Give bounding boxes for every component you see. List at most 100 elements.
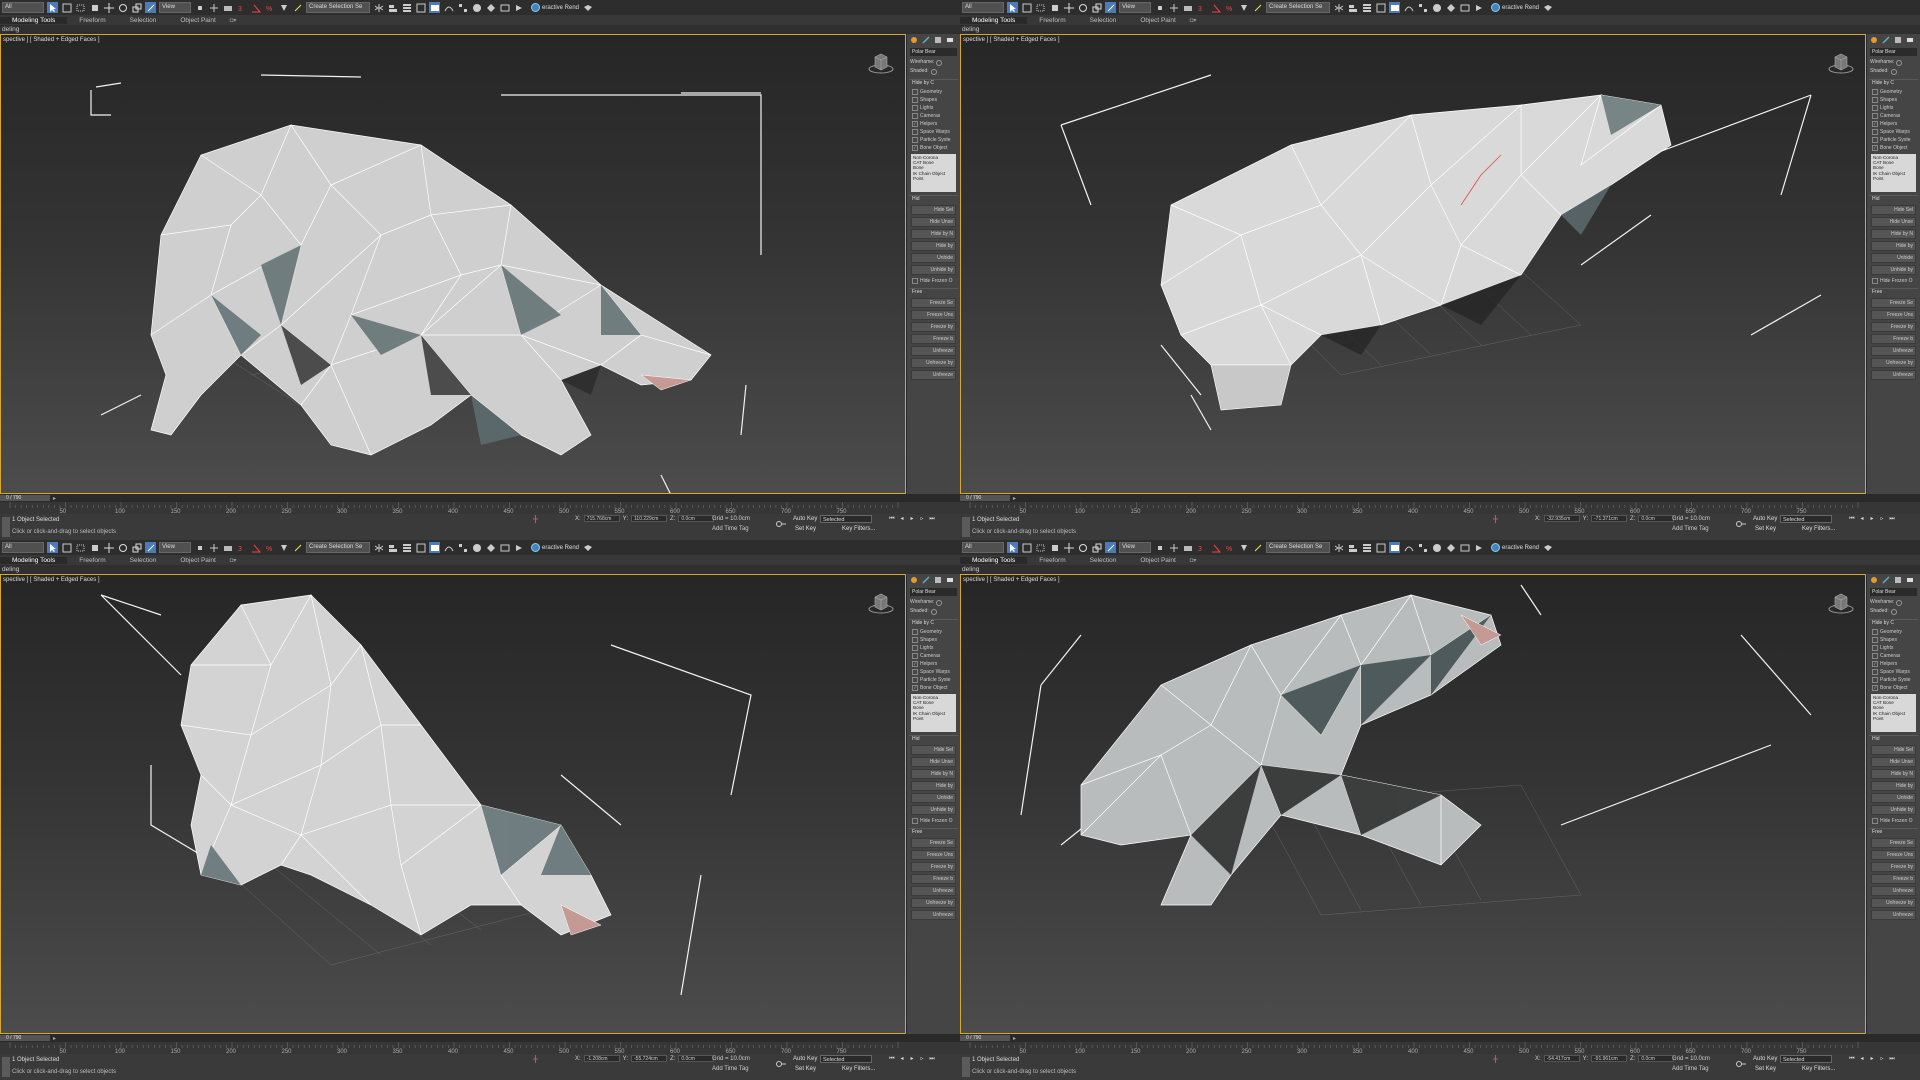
schematic-view-icon[interactable] bbox=[457, 2, 468, 13]
hide-by-name-button[interactable]: Hide by N bbox=[911, 229, 956, 239]
category-shapes[interactable]: Shapes bbox=[907, 96, 960, 104]
hide-by-hit-button[interactable]: Hide by bbox=[911, 241, 956, 251]
rotate-icon[interactable] bbox=[1077, 2, 1088, 13]
rect-selection-icon[interactable] bbox=[75, 542, 86, 553]
category-cameras[interactable]: Cameras bbox=[907, 112, 960, 120]
scale-icon[interactable] bbox=[1091, 2, 1102, 13]
hide-unselected-button[interactable]: Hide Unse bbox=[1871, 217, 1916, 227]
scale-icon[interactable] bbox=[1091, 542, 1102, 553]
hide-by-hit-button[interactable]: Hide by bbox=[1871, 241, 1916, 251]
list-item[interactable]: Point bbox=[1873, 716, 1914, 721]
go-to-end-icon[interactable]: ⏭ bbox=[928, 1055, 936, 1063]
tab-modeling-tools[interactable]: Modeling Tools bbox=[0, 556, 68, 564]
select-manipulate-icon[interactable] bbox=[208, 2, 219, 13]
auto-key-button[interactable]: Auto Key bbox=[793, 516, 817, 522]
rect-selection-icon[interactable] bbox=[1035, 2, 1046, 13]
trackbar[interactable]: 50 100 150 200 250 300 350 400 450 500 550 600 650 70… bbox=[960, 502, 1920, 514]
freeze-unselected-button[interactable]: Freeze Uns bbox=[911, 310, 956, 320]
freeze-by-name-button[interactable]: Freeze by bbox=[911, 862, 956, 872]
curve-editor-icon[interactable] bbox=[1403, 2, 1414, 13]
rotate-icon[interactable] bbox=[117, 542, 128, 553]
key-icon[interactable] bbox=[1736, 1060, 1746, 1068]
hide-selected-button[interactable]: Hide Sel bbox=[1871, 205, 1916, 215]
freeze-by-hit-button[interactable]: Freeze b bbox=[1871, 874, 1916, 884]
material-editor-icon[interactable] bbox=[1431, 2, 1442, 13]
ref-coord-dropdown[interactable]: View bbox=[1119, 2, 1151, 13]
select-object-icon[interactable] bbox=[1007, 542, 1018, 553]
scene-explorer-icon[interactable] bbox=[1375, 2, 1386, 13]
set-key-button[interactable]: Set Key bbox=[795, 526, 816, 532]
category-list[interactable]: Non-Corona CAT Bone Bone IK Chain Object… bbox=[911, 154, 956, 192]
category-shapes[interactable]: Shapes bbox=[1867, 636, 1920, 644]
perspective-viewport[interactable]: spective ] [ Shaded + Edged Faces ] bbox=[0, 34, 906, 494]
freeze-by-name-button[interactable]: Freeze by bbox=[1871, 862, 1916, 872]
scale-icon[interactable] bbox=[131, 542, 142, 553]
checkbox-checked[interactable]: ✓ bbox=[1872, 121, 1878, 127]
rotate-icon[interactable] bbox=[117, 2, 128, 13]
play-icon[interactable]: ▸ bbox=[908, 515, 916, 523]
schematic-view-icon[interactable] bbox=[1417, 542, 1428, 553]
spinner-snap-icon[interactable] bbox=[278, 542, 289, 553]
hide-frozen-checkbox[interactable]: Hide Frozen O bbox=[1867, 277, 1920, 285]
x-coord-field[interactable]: -54.417cm bbox=[1543, 1055, 1580, 1062]
ref-coord-dropdown[interactable]: View bbox=[159, 2, 191, 13]
curve-editor-icon[interactable] bbox=[443, 542, 454, 553]
keyboard-shortcut-icon[interactable] bbox=[1182, 2, 1193, 13]
category-space-warps[interactable]: Space Warps bbox=[907, 128, 960, 136]
go-to-start-icon[interactable]: ⏮ bbox=[1848, 515, 1856, 523]
perspective-viewport[interactable]: spective ] [ Shaded + Edged Faces ] bbox=[0, 574, 906, 1034]
interactive-render-button[interactable]: eractive Rend bbox=[531, 543, 579, 552]
tab-selection[interactable]: Selection bbox=[1078, 17, 1129, 24]
interactive-render-button[interactable]: eractive Rend bbox=[1491, 3, 1539, 12]
category-list[interactable]: Non-Corona CAT Bone Bone IK Chain Object… bbox=[911, 694, 956, 732]
trackbar[interactable]: 50 100 150 200 250 300 350 400 450 500 550 600 650 70… bbox=[0, 502, 960, 514]
display-tab-icon[interactable] bbox=[945, 36, 954, 44]
checkbox[interactable] bbox=[912, 113, 918, 119]
category-lights[interactable]: Lights bbox=[1867, 104, 1920, 112]
unhide-all-button[interactable]: Unhide bbox=[911, 253, 956, 263]
play-icon[interactable]: ▸ bbox=[1868, 515, 1876, 523]
hide-by-name-button[interactable]: Hide by N bbox=[1871, 769, 1916, 779]
viewcube-icon[interactable] bbox=[1827, 49, 1855, 77]
material-editor-icon[interactable] bbox=[471, 542, 482, 553]
percent-snap-icon[interactable]: % bbox=[264, 2, 275, 13]
hide-by-category-rollout[interactable]: Hide by C bbox=[1869, 619, 1918, 627]
hide-rollout[interactable]: Hid bbox=[1869, 735, 1918, 743]
auto-key-button[interactable]: Auto Key bbox=[1753, 516, 1777, 522]
time-slider[interactable]: 0 / 790 ▸ bbox=[960, 494, 1920, 502]
align-icon[interactable] bbox=[387, 542, 398, 553]
key-mode-dropdown[interactable]: Selected bbox=[1780, 1055, 1832, 1063]
render-shot-icon[interactable] bbox=[582, 2, 593, 13]
mirror-icon[interactable] bbox=[1333, 2, 1344, 13]
viewport-label[interactable]: spective ] [ Shaded + Edged Faces ] bbox=[3, 37, 100, 43]
spinner-snap-icon[interactable] bbox=[278, 2, 289, 13]
checkbox-checked[interactable]: ✓ bbox=[912, 685, 918, 691]
shaded-radio[interactable] bbox=[1890, 68, 1897, 75]
hide-by-name-button[interactable]: Hide by N bbox=[1871, 229, 1916, 239]
hide-by-category-rollout[interactable]: Hide by C bbox=[909, 619, 958, 627]
snap-3d-icon[interactable]: 3 bbox=[1196, 2, 1207, 13]
unfreeze-by-name-button[interactable]: Unfreeze by bbox=[1871, 898, 1916, 908]
shaded-radio[interactable] bbox=[930, 608, 937, 615]
select-manipulate-icon[interactable] bbox=[1168, 2, 1179, 13]
unfreeze-by-name-button[interactable]: Unfreeze by bbox=[1871, 358, 1916, 368]
ribbon-options-icon[interactable]: ◘▾ bbox=[230, 557, 237, 564]
key-icon[interactable] bbox=[776, 520, 786, 528]
hide-selected-button[interactable]: Hide Sel bbox=[911, 745, 956, 755]
hide-frozen-checkbox[interactable]: Hide Frozen O bbox=[907, 817, 960, 825]
key-filters-button[interactable]: Key Filters... bbox=[1802, 526, 1835, 532]
rect-selection-icon[interactable] bbox=[75, 2, 86, 13]
freeze-rollout[interactable]: Free bbox=[909, 828, 958, 836]
render-setup-icon[interactable] bbox=[485, 2, 496, 13]
display-tab-icon[interactable] bbox=[1905, 36, 1914, 44]
go-to-start-icon[interactable]: ⏮ bbox=[888, 515, 896, 523]
placement-icon[interactable] bbox=[1105, 2, 1116, 13]
ref-coord-dropdown[interactable]: View bbox=[159, 542, 191, 553]
interactive-render-button[interactable]: eractive Rend bbox=[531, 3, 579, 12]
freeze-unselected-button[interactable]: Freeze Uns bbox=[911, 850, 956, 860]
display-tab-icon[interactable] bbox=[945, 576, 954, 584]
category-lights[interactable]: Lights bbox=[1867, 644, 1920, 652]
z-coord-field[interactable]: 0.0cm bbox=[678, 1055, 715, 1062]
create-tab-icon[interactable] bbox=[1869, 576, 1878, 584]
checkbox[interactable] bbox=[912, 818, 918, 824]
